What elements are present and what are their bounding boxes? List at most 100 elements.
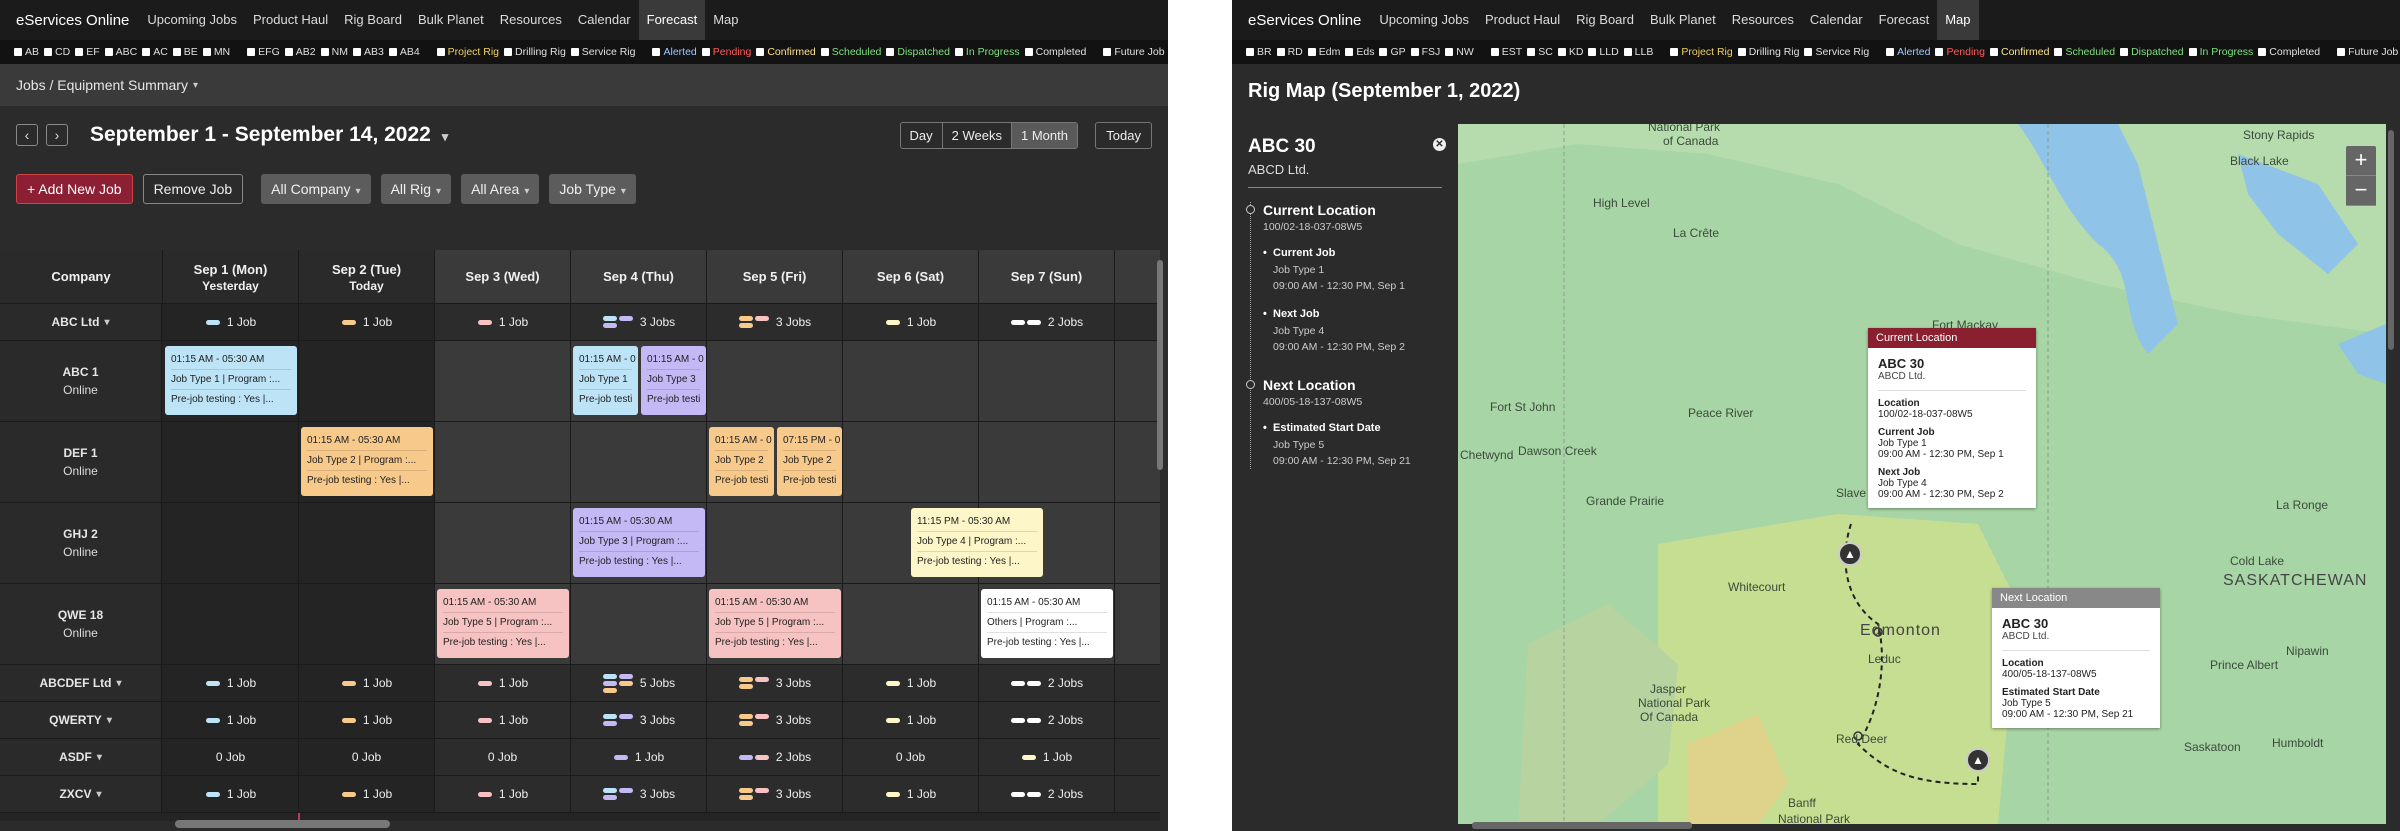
checkbox[interactable] [504,48,513,56]
job-card[interactable]: 01:15 AM - 05:30 AM Job Type 3 | Program … [573,508,705,577]
brand[interactable]: eServices Online [16,12,129,29]
checkbox[interactable] [1804,48,1813,56]
job-count-cell[interactable]: 2 Jobs [707,739,843,776]
checkbox[interactable] [1445,48,1454,56]
job-card[interactable]: 11:15 PM - 05:30 AM Job Type 4 | Program … [911,508,1043,577]
nav-forecast[interactable]: Forecast [638,0,706,40]
nav-resources[interactable]: Resources [1724,0,1802,40]
day-header[interactable]: Sep 2 (Tue) Today [299,250,435,304]
schedule-cell[interactable] [571,584,707,665]
nav-rig-board[interactable]: Rig Board [1568,0,1642,40]
schedule-cell[interactable] [979,422,1115,503]
nav-forecast[interactable]: Forecast [1871,0,1938,40]
job-count-cell[interactable]: 1 Job [299,304,435,341]
checkbox[interactable] [1737,48,1746,56]
job-count-cell[interactable]: 1 Job [843,665,979,702]
checkbox[interactable] [1990,48,1998,56]
company-group-row[interactable]: ABCDEF Ltd ▾ [0,665,162,702]
checkbox[interactable] [1670,48,1679,56]
filter-rig-type[interactable]: Service Rig [570,46,635,58]
filter-area[interactable]: MN [202,46,230,58]
filter-dropdown[interactable]: All Rig ▾ [380,174,452,204]
schedule-cell[interactable] [1115,422,1160,503]
schedule-cell[interactable] [843,584,979,665]
checkbox[interactable] [1276,48,1285,56]
job-count-cell[interactable]: 3 Jobs [571,776,707,813]
job-card[interactable]: 01:15 AM - 0 Job Type 2 Pre-job testi [709,427,774,496]
filter-area[interactable]: BE [172,46,198,58]
filter-area[interactable]: Edm [1307,46,1340,58]
checkbox[interactable] [1379,48,1388,56]
schedule-cell[interactable] [299,584,435,665]
checkbox[interactable] [820,48,829,56]
view-1-month[interactable]: 1 Month [1012,123,1077,148]
schedule-cell[interactable] [435,341,571,422]
checkbox[interactable] [14,48,22,56]
schedule-cell[interactable] [843,422,979,503]
nav-product-haul[interactable]: Product Haul [1477,0,1568,40]
company-group-row[interactable]: ABC Ltd ▾ [0,304,162,341]
job-count-cell[interactable]: 1 Job [163,702,299,739]
checkbox[interactable] [2120,48,2129,56]
job-card[interactable]: 01:15 AM - 05:30 AM Job Type 2 | Program … [301,427,433,496]
job-count-cell[interactable]: 3 Jobs [707,665,843,702]
job-count-cell[interactable]: 2 Jobs [979,304,1115,341]
job-count-cell[interactable]: 1 Job [843,702,979,739]
job-count-cell[interactable]: 1 Job [163,776,299,813]
company-group-row[interactable]: ASDF ▾ [0,739,162,776]
checkbox[interactable] [2188,48,2197,56]
filter-status[interactable]: Alerted [1886,46,1930,58]
nav-rig-board[interactable]: Rig Board [336,0,410,40]
checkbox[interactable] [1246,48,1254,56]
checkbox[interactable] [352,48,361,56]
filter-rig-type[interactable]: Drilling Rig [504,46,566,58]
job-count-cell[interactable]: 1 Job [571,739,707,776]
filter-dropdown[interactable]: Job Type ▾ [549,174,636,204]
checkbox[interactable] [2054,48,2063,56]
rig-row[interactable]: GHJ 2 Online [0,503,162,584]
view-day[interactable]: Day [901,123,943,148]
job-count-cell[interactable]: 1 Job [299,776,435,813]
checkbox[interactable] [701,48,710,56]
job-card[interactable]: 01:15 AM - 0 Job Type 3 Pre-job testi [641,346,706,415]
nav-product-haul[interactable]: Product Haul [245,0,336,40]
filter-status[interactable]: Scheduled [2054,46,2115,58]
job-count-cell[interactable]: 1 Job [435,665,571,702]
company-group-row[interactable]: QWERTY ▾ [0,702,162,739]
schedule-cell[interactable] [979,341,1115,422]
job-card[interactable]: 01:15 AM - 05:30 AM Others | Program :...… [981,589,1113,658]
filter-area[interactable]: KD [1557,46,1583,58]
day-header[interactable]: Sep 1 (Mon) Yesterday [163,250,299,304]
checkbox[interactable] [104,48,113,56]
filter-area[interactable]: EST [1490,46,1522,58]
schedule-cell[interactable] [299,503,435,584]
job-count-cell[interactable]: 1 Job [435,304,571,341]
job-count-cell[interactable]: 0 Job [435,739,571,776]
checkbox[interactable] [320,48,329,56]
day-header[interactable]: Sep 6 (Sat) [843,250,979,304]
filter-area[interactable]: SC [1527,46,1553,58]
checkbox[interactable] [1588,48,1597,56]
filter-status[interactable]: In Progress [2188,46,2253,58]
job-card[interactable]: 01:15 AM - 0 Job Type 1 Pre-job testi [573,346,638,415]
filter-area[interactable]: LLD [1588,46,1619,58]
checkbox[interactable] [75,48,84,56]
filter-rig-type[interactable]: Service Rig [1804,46,1869,58]
checkbox[interactable] [1886,48,1895,56]
date-range-picker[interactable]: September 1 - September 14, 2022 ▾ [90,123,448,147]
filter-area[interactable]: AB [14,46,39,58]
job-count-cell[interactable]: 2 Jobs [979,776,1115,813]
job-count-cell[interactable]: 0 Job [843,739,979,776]
checkbox[interactable] [388,48,397,56]
checkbox[interactable] [1935,48,1944,56]
vertical-scrollbar[interactable] [1157,260,1163,470]
nav-map[interactable]: Map [1937,0,1979,40]
checkbox[interactable] [2337,48,2346,56]
filter-area[interactable]: NW [1445,46,1474,58]
filter-area[interactable]: EF [75,46,100,58]
nav-bulk-planet[interactable]: Bulk Planet [410,0,492,40]
nav-resources[interactable]: Resources [492,0,570,40]
job-count-cell[interactable]: 1 Job [435,776,571,813]
filter-area[interactable]: ABC [104,46,137,58]
checkbox[interactable] [284,48,293,56]
